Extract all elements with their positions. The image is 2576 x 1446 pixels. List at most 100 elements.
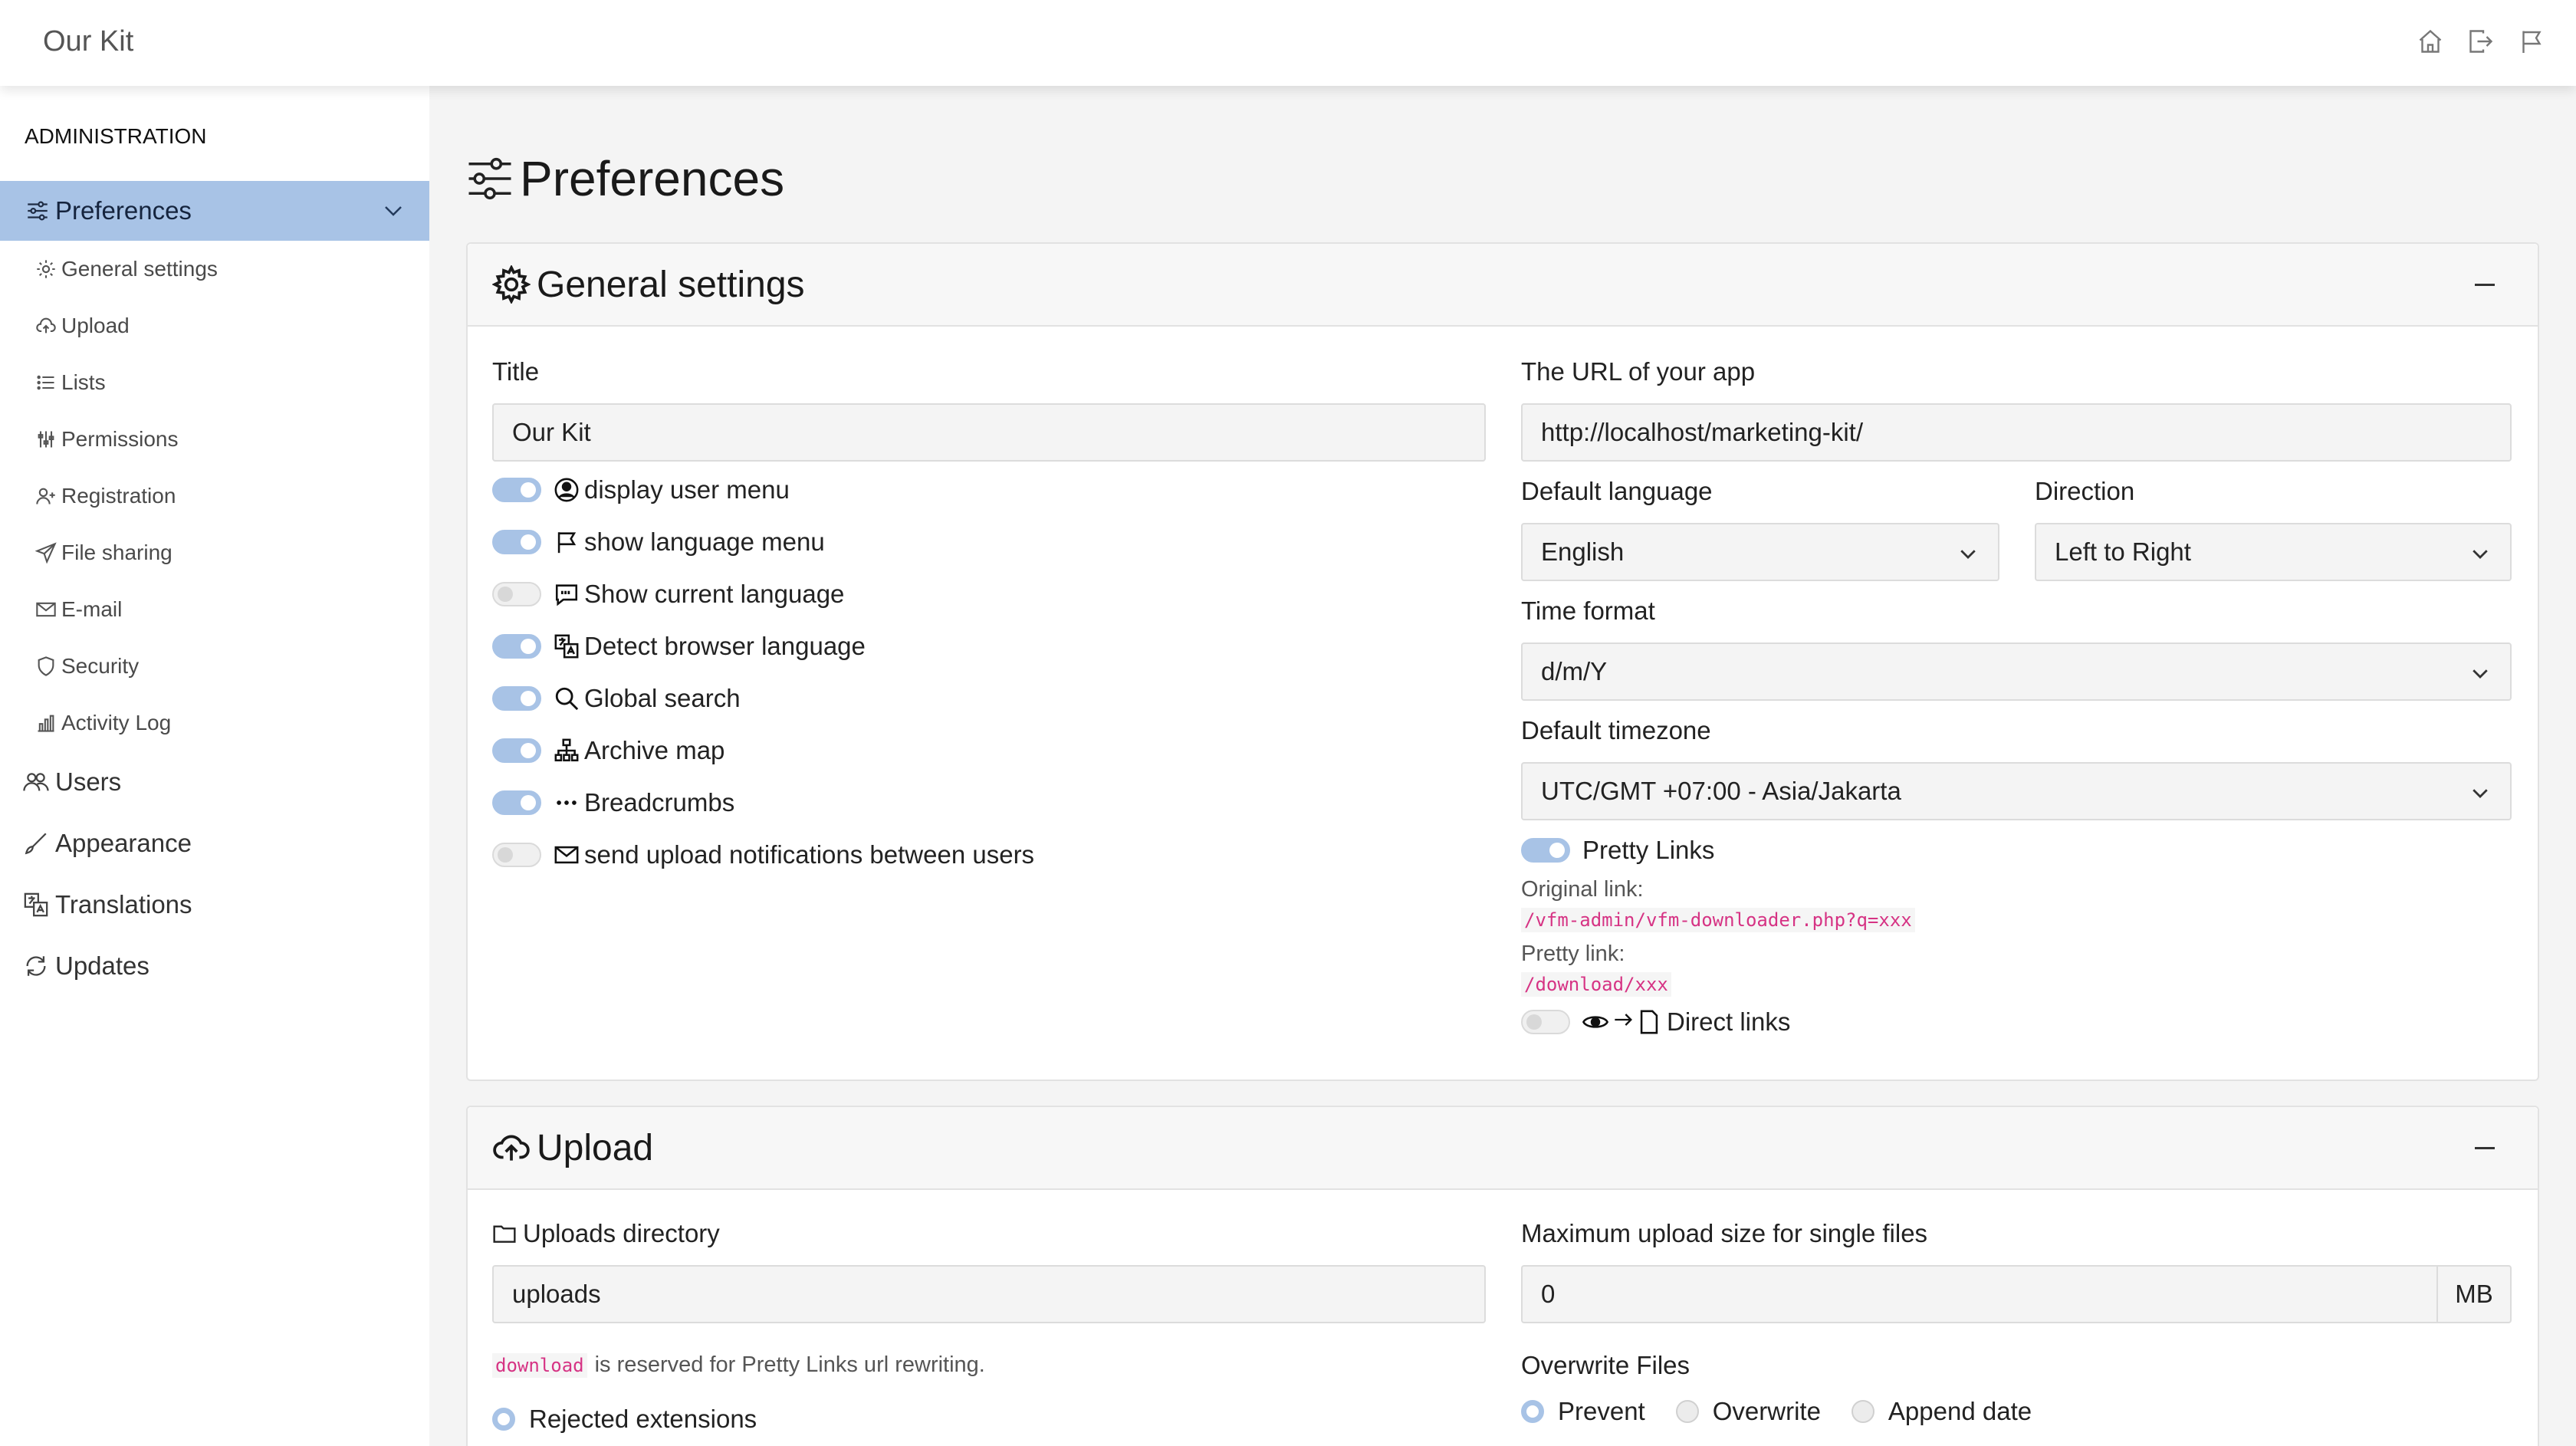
- envelope-icon: [35, 599, 57, 620]
- card-title: Upload: [537, 1127, 654, 1168]
- reserved-text: is reserved for Pretty Links url rewriti…: [594, 1352, 985, 1377]
- toggle-switch[interactable]: [492, 790, 541, 815]
- sidebar-item-translations[interactable]: Translations: [23, 885, 192, 925]
- house-icon[interactable]: [2417, 28, 2444, 55]
- chat-quote-icon: [554, 581, 580, 607]
- overwrite-option-overwrite[interactable]: Overwrite: [1675, 1397, 1821, 1426]
- language-value: English: [1541, 537, 1625, 566]
- chevron-down-icon: [2469, 781, 2492, 804]
- card-header[interactable]: General settings: [468, 244, 2538, 327]
- url-input[interactable]: http://localhost/marketing-kit/: [1521, 403, 2512, 462]
- collapse-button[interactable]: [2475, 1147, 2495, 1149]
- toggle-switch[interactable]: [492, 530, 541, 554]
- toggle-upload-notifications[interactable]: send upload notifications between users: [492, 840, 1034, 869]
- translate-icon: [23, 892, 49, 918]
- sidebar-item-registration[interactable]: Registration: [35, 478, 176, 514]
- sidebar-item-file-sharing[interactable]: File sharing: [35, 535, 172, 570]
- language-select[interactable]: English: [1521, 523, 1999, 581]
- max-upload-input[interactable]: 0: [1521, 1265, 2438, 1323]
- sidebar-item-lists[interactable]: Lists: [35, 365, 106, 400]
- toggle-archive-map[interactable]: Archive map: [492, 736, 724, 765]
- bar-chart-icon: [35, 712, 57, 734]
- direction-value: Left to Right: [2055, 537, 2191, 566]
- toggle-switch[interactable]: [492, 478, 541, 502]
- toggle-global-search[interactable]: Global search: [492, 684, 741, 713]
- card-header[interactable]: Upload: [468, 1107, 2538, 1190]
- sliders-vertical-icon: [35, 429, 57, 450]
- sidebar-item-security[interactable]: Security: [35, 649, 139, 684]
- overwrite-option-prevent[interactable]: Prevent: [1521, 1397, 1645, 1426]
- sidebar-item-users[interactable]: Users: [23, 762, 121, 802]
- toggle-switch[interactable]: [492, 738, 541, 763]
- sidebar-item-general-settings[interactable]: General settings: [35, 251, 218, 287]
- radio-button[interactable]: [492, 1408, 515, 1431]
- rejected-extensions-radio[interactable]: Rejected extensions: [492, 1405, 757, 1434]
- collapse-button[interactable]: [2475, 284, 2495, 286]
- toggle-switch[interactable]: [492, 582, 541, 606]
- radio-label: Overwrite: [1712, 1397, 1821, 1425]
- flag-icon[interactable]: [2518, 28, 2545, 55]
- toggle-switch[interactable]: [1521, 1010, 1570, 1034]
- eye-icon: [1582, 1009, 1608, 1035]
- sidebar-item-updates[interactable]: Updates: [23, 946, 150, 986]
- chevron-down-icon: [2469, 542, 2492, 565]
- sidebar-item-label: Lists: [61, 370, 106, 394]
- radio-button[interactable]: [1851, 1400, 1875, 1423]
- sidebar-item-label: Appearance: [55, 829, 192, 857]
- time-format-select[interactable]: d/m/Y: [1521, 642, 2512, 701]
- app-brand[interactable]: Our Kit: [43, 25, 133, 58]
- sidebar-item-label: File sharing: [61, 541, 172, 564]
- chevron-down-icon[interactable]: [382, 199, 405, 222]
- chevron-down-icon: [2469, 662, 2492, 685]
- toggle-switch[interactable]: [1521, 838, 1570, 863]
- upload-card: Upload Uploads directory uploads downloa…: [466, 1106, 2539, 1446]
- toggle-show-current-language[interactable]: Show current language: [492, 580, 844, 609]
- toggle-switch[interactable]: [492, 686, 541, 711]
- overwrite-option-append-date[interactable]: Append date: [1851, 1397, 2032, 1426]
- toggle-show-language-menu[interactable]: show language menu: [492, 527, 825, 557]
- top-navbar: Our Kit: [0, 0, 2576, 86]
- url-label: The URL of your app: [1521, 357, 1756, 386]
- sidebar-item-preferences[interactable]: Preferences: [0, 181, 429, 241]
- overwrite-options: Prevent Overwrite Append date: [1521, 1397, 2032, 1426]
- sliders-icon: [465, 153, 515, 204]
- toggle-label: Direct links: [1667, 1007, 1791, 1036]
- radio-button[interactable]: [1521, 1400, 1544, 1423]
- toggle-switch[interactable]: [492, 843, 541, 867]
- toggle-direct-links[interactable]: Direct links: [1521, 1007, 1790, 1037]
- list-icon: [35, 372, 57, 393]
- sidebar-item-label: Permissions: [61, 427, 179, 451]
- toggle-switch[interactable]: [492, 634, 541, 659]
- toggle-label: show language menu: [584, 527, 825, 556]
- toggle-label: Detect browser language: [584, 632, 866, 660]
- overwrite-label: Overwrite Files: [1521, 1351, 1691, 1379]
- timezone-select[interactable]: UTC/GMT +07:00 - Asia/Jakarta: [1521, 762, 2512, 820]
- sidebar-item-permissions[interactable]: Permissions: [35, 422, 178, 457]
- page-heading: Preferences: [465, 150, 784, 207]
- radio-label: Append date: [1888, 1397, 2032, 1425]
- flag-icon: [554, 529, 580, 555]
- toggle-detect-browser-language[interactable]: Detect browser language: [492, 632, 866, 661]
- direction-select[interactable]: Left to Right: [2035, 523, 2512, 581]
- toggle-breadcrumbs[interactable]: Breadcrumbs: [492, 788, 734, 817]
- sidebar-item-appearance[interactable]: Appearance: [23, 823, 192, 863]
- reserved-code: download: [492, 1352, 587, 1378]
- sidebar-item-label: Preferences: [55, 196, 192, 225]
- sign-out-icon[interactable]: [2467, 28, 2495, 55]
- sidebar-item-label: Translations: [55, 890, 192, 919]
- sidebar-item-upload[interactable]: Upload: [35, 308, 130, 343]
- translate-icon: [554, 633, 580, 659]
- radio-button[interactable]: [1675, 1400, 1699, 1423]
- sidebar-item-activity-log[interactable]: Activity Log: [35, 705, 171, 741]
- sidebar: ADMINISTRATION Preferences General setti…: [0, 86, 429, 1446]
- timezone-value: UTC/GMT +07:00 - Asia/Jakarta: [1541, 777, 1901, 805]
- people-icon: [23, 769, 49, 795]
- uploads-dir-input[interactable]: uploads: [492, 1265, 1486, 1323]
- title-input[interactable]: Our Kit: [492, 403, 1486, 462]
- toggle-pretty-links[interactable]: Pretty Links: [1521, 836, 1714, 865]
- toggle-display-user-menu[interactable]: display user menu: [492, 475, 790, 504]
- title-label: Title: [492, 357, 540, 386]
- original-link-label: Original link:: [1521, 877, 1644, 902]
- sidebar-item-email[interactable]: E-mail: [35, 592, 122, 627]
- toggle-label: Pretty Links: [1582, 836, 1715, 864]
